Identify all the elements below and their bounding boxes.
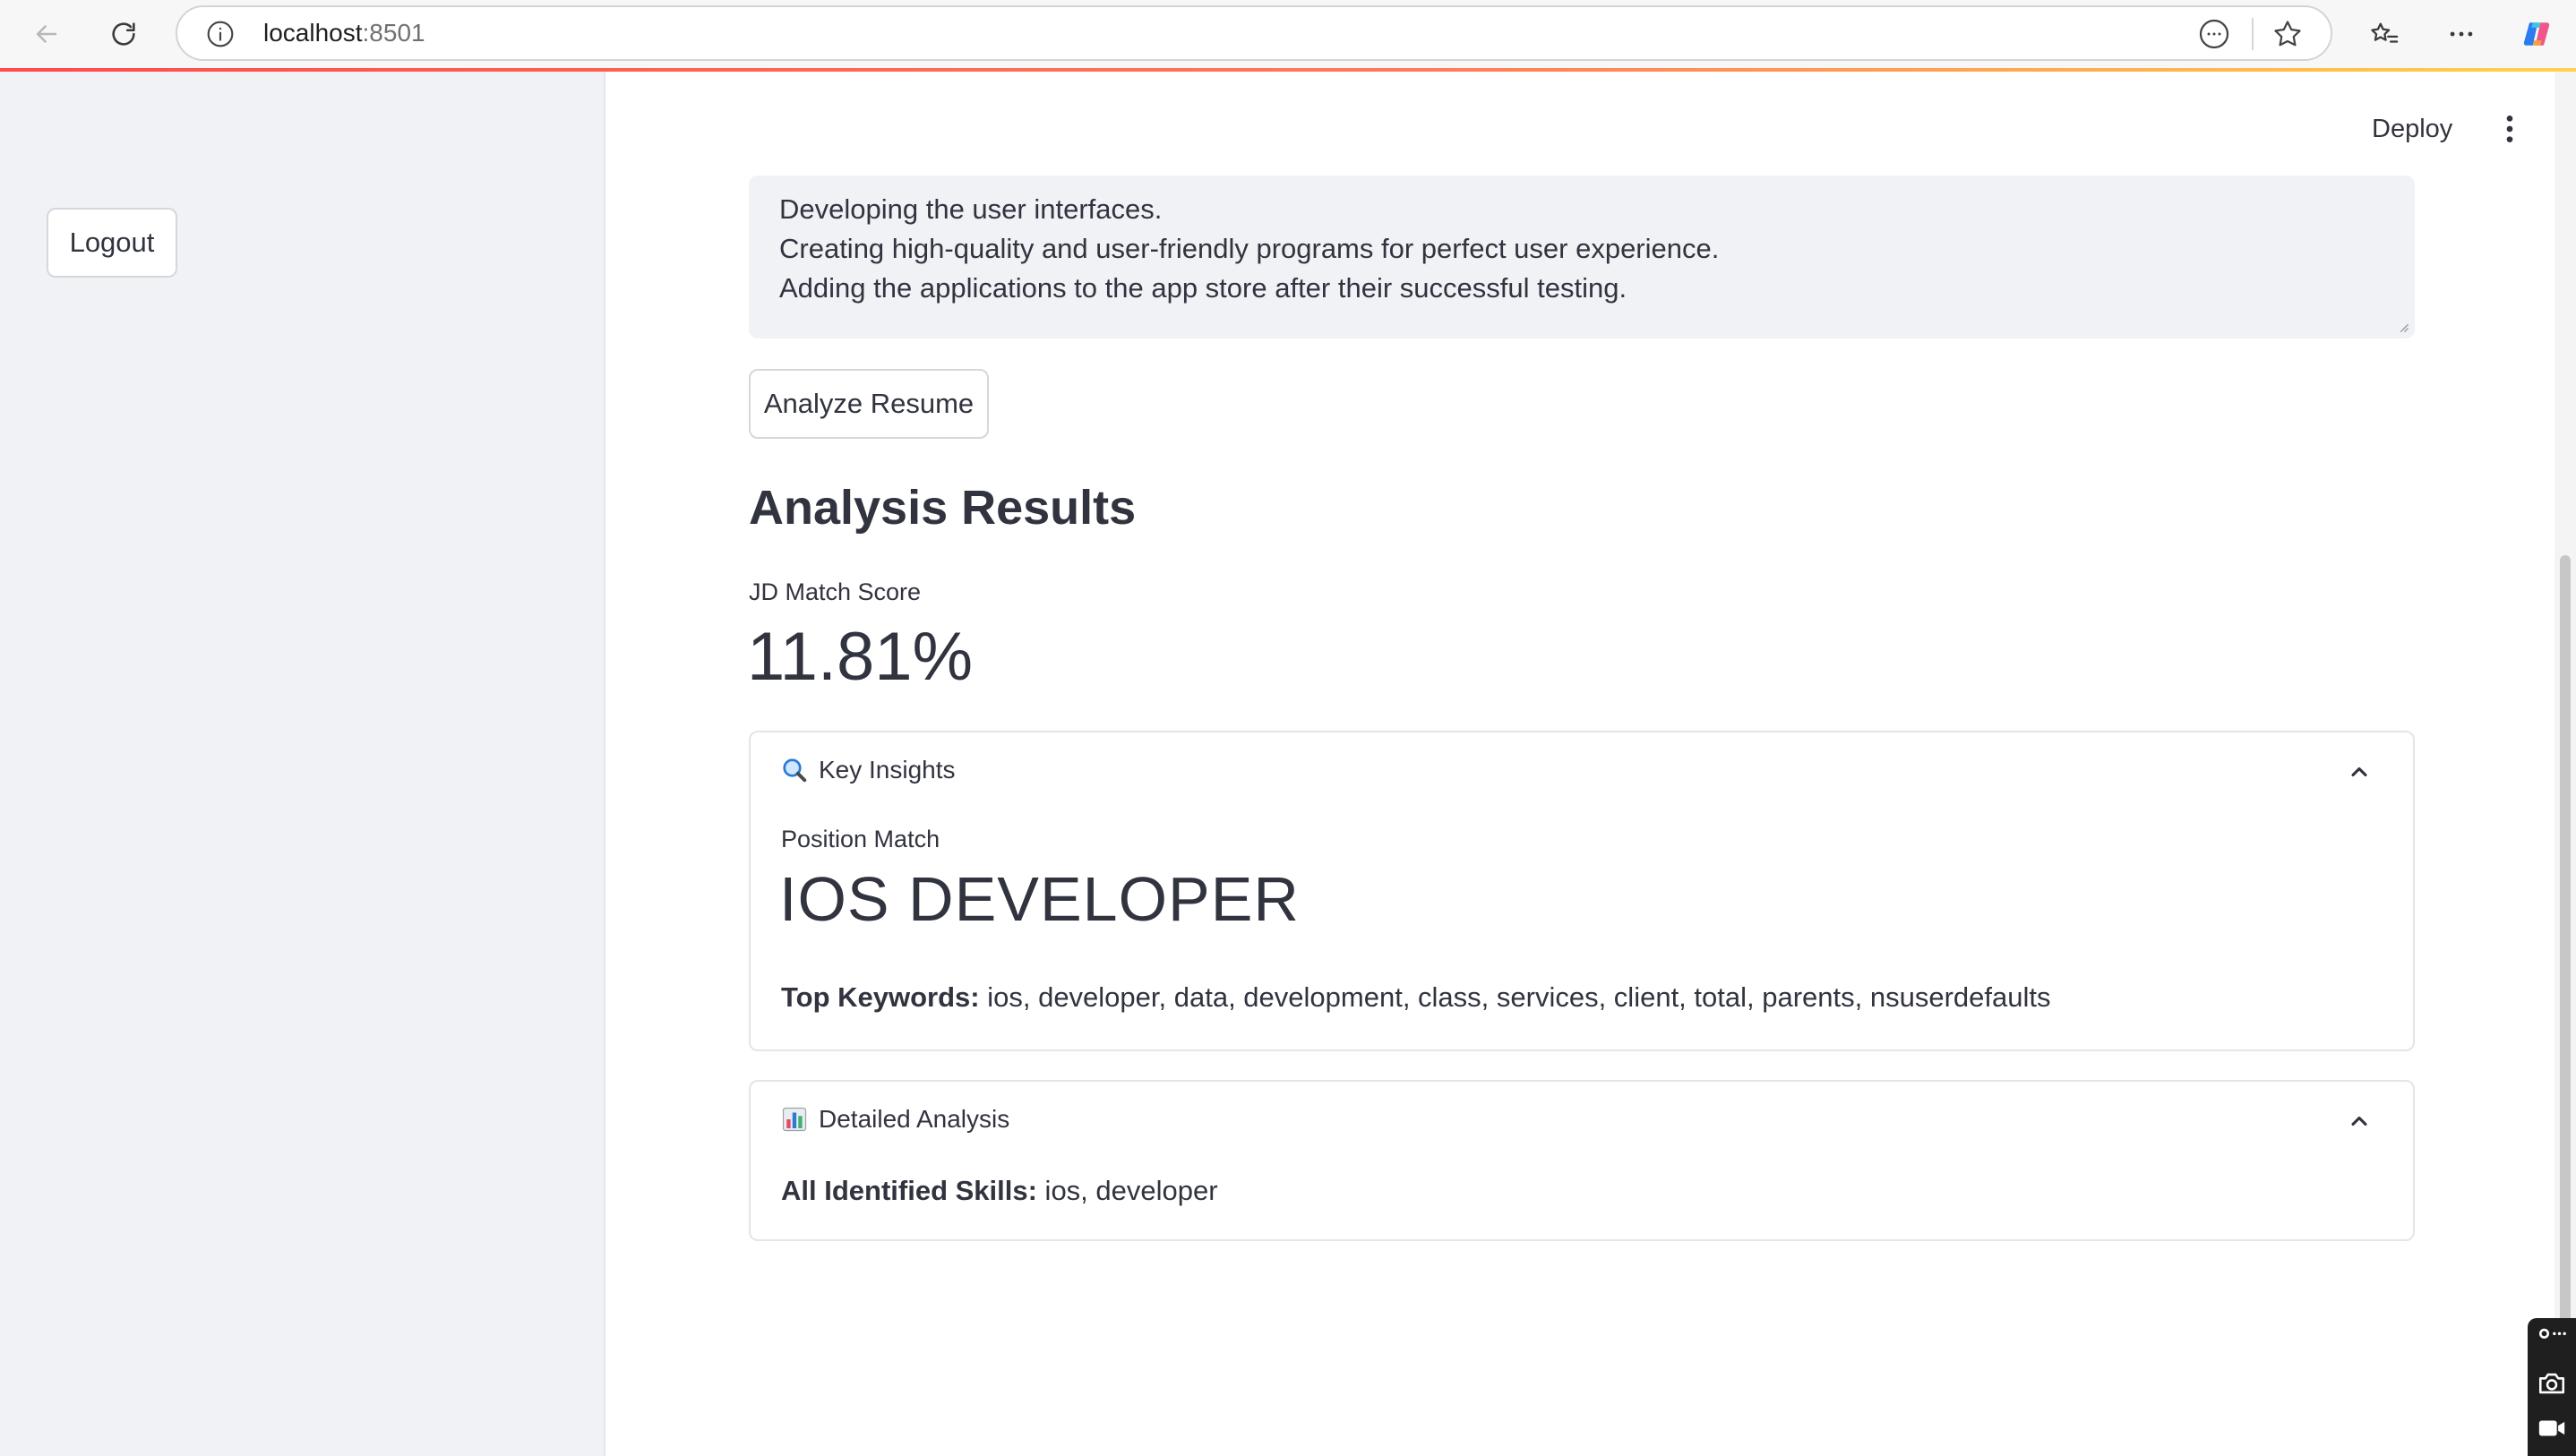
camera-icon[interactable] — [2537, 1368, 2567, 1399]
main-menu-icon[interactable] — [2492, 111, 2528, 147]
jd-line: Creating high-quality and user-friendly … — [779, 233, 1720, 264]
url-host: localhost — [263, 19, 363, 47]
address-bar[interactable]: localhost:8501 — [176, 5, 2332, 61]
match-score-label: JD Match Score — [749, 578, 922, 605]
match-score-value: 11.81% — [747, 619, 974, 695]
reader-mode-icon[interactable] — [2198, 18, 2230, 50]
reload-button[interactable] — [99, 9, 149, 59]
sidebar: Logout — [0, 72, 605, 1456]
settings-more-icon[interactable] — [2537, 1323, 2567, 1354]
jd-line: Adding the applications to the app store… — [779, 272, 1627, 304]
resize-grip-icon[interactable] — [2397, 321, 2409, 333]
browser-menu-button[interactable] — [2436, 9, 2486, 59]
key-insights-expander: Key Insights Position Match IOS DEVELOPE… — [749, 731, 2415, 1051]
site-info-icon[interactable] — [206, 20, 235, 48]
deploy-button[interactable]: Deploy — [2372, 115, 2452, 144]
results-heading: Analysis Results — [749, 481, 1137, 535]
main-content: Deploy Developing the user interfaces. C… — [607, 72, 2555, 1456]
bar-chart-icon — [782, 1107, 807, 1132]
favorites-button[interactable] — [2359, 9, 2409, 59]
logout-button[interactable]: Logout — [47, 208, 177, 278]
favorite-star-icon[interactable] — [2271, 18, 2304, 50]
url-text[interactable]: localhost:8501 — [263, 7, 425, 59]
page-scrollbar[interactable] — [2555, 72, 2576, 1456]
detailed-analysis-expander: Detailed Analysis All Identified Skills:… — [749, 1080, 2415, 1241]
detailed-analysis-header[interactable]: Detailed Analysis — [781, 1105, 1009, 1134]
chevron-up-icon[interactable] — [2347, 759, 2372, 784]
jd-line: Developing the user interfaces. — [779, 193, 1163, 225]
analyze-resume-button[interactable]: Analyze Resume — [749, 369, 989, 439]
copilot-icon — [2523, 22, 2550, 46]
top-keywords: Top Keywords: ios, developer, data, deve… — [781, 981, 2050, 1014]
identified-skills-label: All Identified Skills: — [781, 1175, 1037, 1206]
browser-toolbar: localhost:8501 — [0, 0, 2576, 68]
capture-toolbar — [2528, 1318, 2576, 1456]
more-horizontal-icon — [2450, 31, 2473, 37]
top-keywords-value: ios, developer, data, development, class… — [979, 981, 2051, 1013]
scrollbar-thumb[interactable] — [2560, 555, 2571, 1451]
urlbar-divider — [2252, 18, 2254, 50]
magnifier-icon — [783, 758, 807, 783]
url-port: :8501 — [362, 19, 425, 47]
identified-skills: All Identified Skills: ios, developer — [781, 1175, 1218, 1207]
back-button[interactable] — [21, 9, 72, 59]
chevron-up-icon[interactable] — [2347, 1109, 2372, 1134]
video-camera-icon[interactable] — [2537, 1413, 2567, 1443]
job-description-textarea[interactable]: Developing the user interfaces. Creating… — [749, 176, 2415, 338]
detailed-analysis-title: Detailed Analysis — [819, 1105, 1010, 1133]
position-match-label: Position Match — [781, 826, 940, 852]
top-keywords-label: Top Keywords: — [781, 981, 980, 1013]
position-match-value: IOS DEVELOPER — [779, 864, 1300, 934]
identified-skills-value: ios, developer — [1036, 1175, 1218, 1206]
back-arrow-icon — [36, 25, 57, 43]
key-insights-title: Key Insights — [819, 756, 956, 784]
favorites-list-icon — [2371, 22, 2399, 43]
key-insights-header[interactable]: Key Insights — [781, 756, 956, 784]
reload-icon — [112, 22, 135, 46]
copilot-button[interactable] — [2512, 9, 2562, 59]
